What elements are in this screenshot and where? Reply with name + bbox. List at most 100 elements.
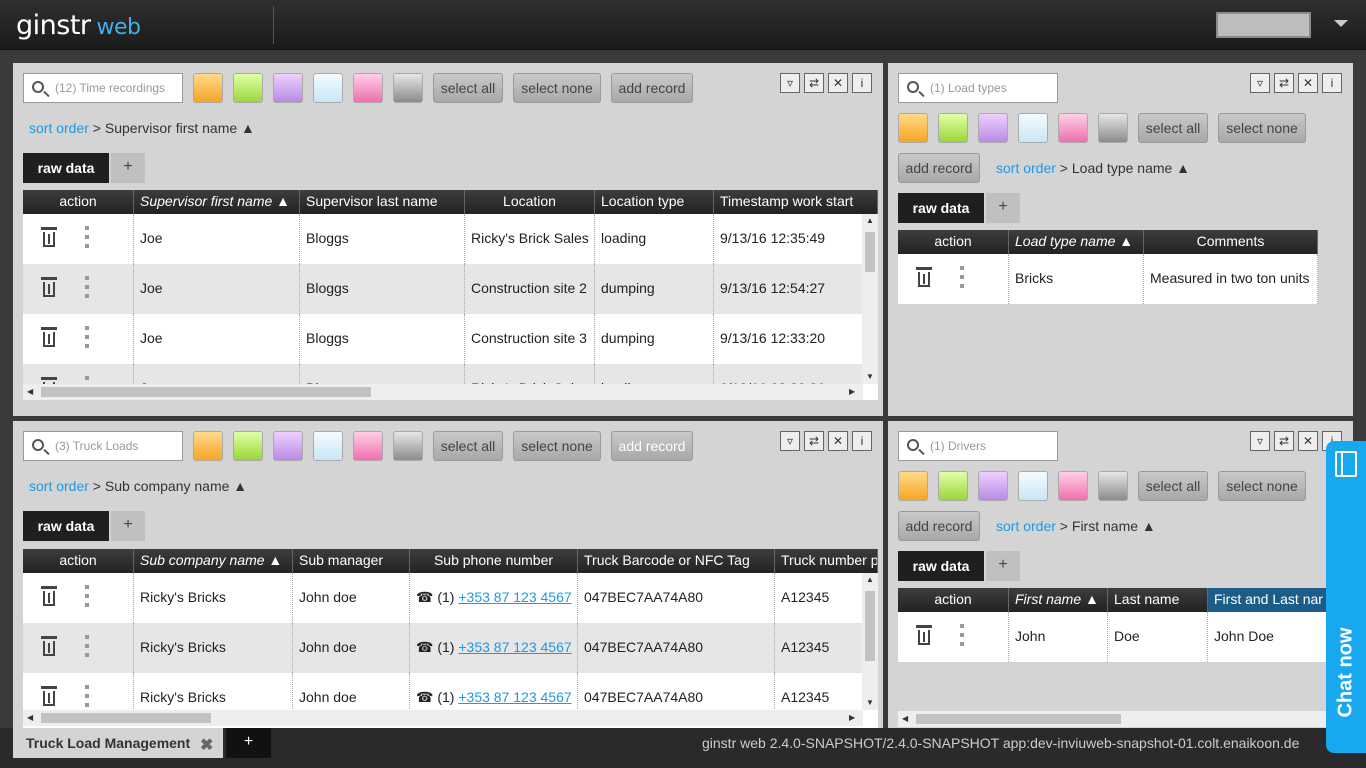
phone-link[interactable]: +353 87 123 4567 <box>458 689 571 705</box>
column-header-first-and-last-name[interactable]: First and Last nar <box>1208 588 1328 612</box>
chat-now-button[interactable]: Chat now <box>1326 441 1366 753</box>
select-all-button[interactable]: select all <box>1138 113 1208 143</box>
color-filter-pink[interactable] <box>353 73 383 103</box>
color-filter-grey[interactable] <box>393 431 423 461</box>
sort-order-link[interactable]: sort order <box>996 160 1056 176</box>
trash-icon[interactable] <box>41 686 57 706</box>
more-icon[interactable] <box>85 585 89 607</box>
search-input[interactable]: (3) Truck Loads <box>23 431 183 461</box>
tab-raw-data[interactable]: raw data <box>898 193 984 223</box>
tab-raw-data[interactable]: raw data <box>23 511 109 541</box>
color-filter-grey[interactable] <box>1098 471 1128 501</box>
swap-icon[interactable]: ⇄ <box>804 73 824 93</box>
add-record-button[interactable]: add record <box>611 73 693 103</box>
horizontal-scrollbar[interactable]: ◀ ▶ <box>23 710 863 726</box>
color-filter-purple[interactable] <box>273 431 303 461</box>
more-icon[interactable] <box>85 226 89 248</box>
column-header-sub-phone-number[interactable]: Sub phone number <box>410 549 578 573</box>
color-filter-orange[interactable] <box>193 431 223 461</box>
vertical-scrollbar[interactable]: ▲ ▼ <box>862 214 878 384</box>
workspace-tab[interactable]: Truck Load Management <box>13 728 223 758</box>
color-filter-pink[interactable] <box>353 431 383 461</box>
tab-raw-data[interactable]: raw data <box>898 551 984 581</box>
sort-order-link[interactable]: sort order <box>996 518 1056 534</box>
color-filter-orange[interactable] <box>898 471 928 501</box>
color-filter-purple[interactable] <box>273 73 303 103</box>
column-header-comments[interactable]: Comments <box>1144 230 1318 254</box>
more-icon[interactable] <box>85 326 89 348</box>
column-header-supervisor-first-name[interactable]: Supervisor first name ▲ <box>134 190 300 214</box>
color-filter-green[interactable] <box>938 471 968 501</box>
filter-icon[interactable]: ▿ <box>1250 431 1270 451</box>
column-header-load-type-name[interactable]: Load type name ▲ <box>1009 230 1144 254</box>
trash-icon[interactable] <box>916 625 932 645</box>
color-filter-purple[interactable] <box>978 471 1008 501</box>
filter-icon[interactable]: ▿ <box>780 73 800 93</box>
horizontal-scrollbar[interactable]: ◀ <box>898 711 1328 727</box>
column-header-truck-barcode[interactable]: Truck Barcode or NFC Tag <box>578 549 775 573</box>
trash-icon[interactable] <box>41 586 57 606</box>
swap-icon[interactable]: ⇄ <box>1274 431 1294 451</box>
add-tab-button[interactable]: + <box>986 551 1020 581</box>
sort-order-link[interactable]: sort order <box>29 478 89 494</box>
select-none-button[interactable]: select none <box>513 431 601 461</box>
phone-link[interactable]: +353 87 123 4567 <box>458 639 571 655</box>
column-header-timestamp[interactable]: Timestamp work start <box>714 190 878 214</box>
search-input[interactable]: (1) Drivers <box>898 431 1058 461</box>
color-filter-orange[interactable] <box>193 73 223 103</box>
filter-icon[interactable]: ▿ <box>780 431 800 451</box>
add-tab-button[interactable]: + <box>111 511 145 541</box>
user-menu[interactable] <box>1216 12 1311 38</box>
color-filter-pink[interactable] <box>1058 113 1088 143</box>
fullscreen-icon[interactable]: ✕ <box>1298 431 1318 451</box>
chevron-down-icon[interactable] <box>1334 20 1348 27</box>
color-filter-green[interactable] <box>233 431 263 461</box>
color-filter-grey[interactable] <box>1098 113 1128 143</box>
column-header-location[interactable]: Location <box>465 190 595 214</box>
horizontal-scrollbar[interactable]: ◀ ▶ <box>23 384 863 400</box>
table-row[interactable]: Joe Bloggs Construction site 3 dumping 9… <box>23 314 863 364</box>
select-all-button[interactable]: select all <box>1138 471 1208 501</box>
search-input[interactable]: (12) Time recordings <box>23 73 183 103</box>
column-header-last-name[interactable]: Last name <box>1108 588 1208 612</box>
more-icon[interactable] <box>960 624 964 646</box>
select-none-button[interactable]: select none <box>1218 471 1306 501</box>
filter-icon[interactable]: ▿ <box>1250 73 1270 93</box>
add-workspace-button[interactable]: + <box>226 728 271 758</box>
column-header-supervisor-last-name[interactable]: Supervisor last name <box>300 190 465 214</box>
add-tab-button[interactable]: + <box>986 193 1020 223</box>
color-filter-orange[interactable] <box>898 113 928 143</box>
color-filter-grey[interactable] <box>393 73 423 103</box>
app-logo[interactable]: ginstr web <box>16 10 141 41</box>
color-filter-green[interactable] <box>938 113 968 143</box>
color-filter-lightblue[interactable] <box>1018 471 1048 501</box>
info-icon[interactable]: i <box>852 431 872 451</box>
color-filter-green[interactable] <box>233 73 263 103</box>
more-icon[interactable] <box>85 635 89 657</box>
phone-link[interactable]: +353 87 123 4567 <box>458 589 571 605</box>
color-filter-lightblue[interactable] <box>1018 113 1048 143</box>
swap-icon[interactable]: ⇄ <box>804 431 824 451</box>
column-header-first-name[interactable]: First name ▲ <box>1009 588 1108 612</box>
add-record-button[interactable]: add record <box>611 431 693 461</box>
fullscreen-icon[interactable]: ✕ <box>828 73 848 93</box>
info-icon[interactable]: i <box>852 73 872 93</box>
table-row[interactable]: Ricky's Bricks John doe ☎ (1) +353 87 12… <box>23 573 863 623</box>
select-all-button[interactable]: select all <box>433 431 503 461</box>
trash-icon[interactable] <box>916 267 932 287</box>
add-record-button[interactable]: add record <box>898 153 980 183</box>
select-none-button[interactable]: select none <box>513 73 601 103</box>
color-filter-lightblue[interactable] <box>313 431 343 461</box>
color-filter-purple[interactable] <box>978 113 1008 143</box>
more-icon[interactable] <box>85 276 89 298</box>
table-row[interactable]: Ricky's Bricks John doe ☎ (1) +353 87 12… <box>23 623 863 673</box>
table-row[interactable]: Joe Bloggs Construction site 2 dumping 9… <box>23 264 863 314</box>
table-row[interactable]: John Doe John Doe <box>898 612 1328 662</box>
table-row[interactable]: Joe Bloggs Ricky's Brick Sales loading 9… <box>23 214 863 264</box>
fullscreen-icon[interactable]: ✕ <box>1298 73 1318 93</box>
info-icon[interactable]: i <box>1322 73 1342 93</box>
close-icon[interactable]: ✖ <box>200 735 213 755</box>
column-header-sub-company-name[interactable]: Sub company name ▲ <box>134 549 293 573</box>
table-row[interactable]: Bricks Measured in two ton units <box>898 254 1318 304</box>
more-icon[interactable] <box>85 685 89 707</box>
